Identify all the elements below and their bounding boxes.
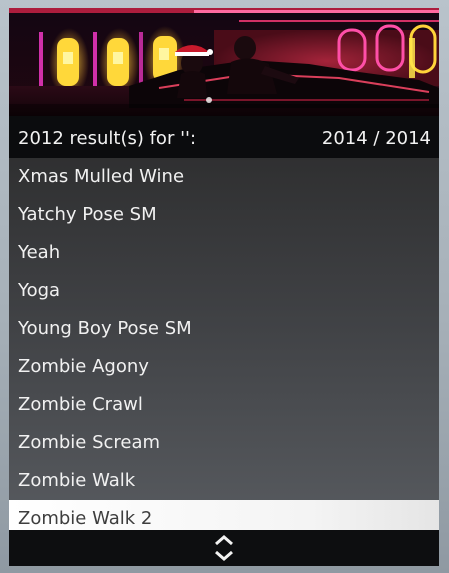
menu-item-young-boy-pose-sm[interactable]: Young Boy Pose SM <box>9 310 439 348</box>
menu-banner-image <box>9 8 439 116</box>
menu-item-yatchy-pose-sm[interactable]: Yatchy Pose SM <box>9 196 439 234</box>
results-subheader: 2012 result(s) for '': 2014 / 2014 <box>9 116 439 158</box>
menu-item-yoga[interactable]: Yoga <box>9 272 439 310</box>
menu-item-xmas-mulled-wine[interactable]: Xmas Mulled Wine <box>9 158 439 196</box>
menu-item-zombie-scream[interactable]: Zombie Scream <box>9 424 439 462</box>
interaction-menu: 2012 result(s) for '': 2014 / 2014 Xmas … <box>9 8 439 566</box>
menu-item-zombie-crawl[interactable]: Zombie Crawl <box>9 386 439 424</box>
up-down-arrows-icon[interactable] <box>213 534 235 562</box>
menu-item-yeah[interactable]: Yeah <box>9 234 439 272</box>
item-counter: 2014 / 2014 <box>321 128 431 149</box>
results-count-text: 2012 result(s) for '': <box>18 128 197 149</box>
menu-item-list: Xmas Mulled Wine Yatchy Pose SM Yeah Yog… <box>9 158 439 538</box>
menu-item-zombie-walk[interactable]: Zombie Walk <box>9 462 439 500</box>
menu-item-zombie-agony[interactable]: Zombie Agony <box>9 348 439 386</box>
menu-footer <box>9 530 439 566</box>
